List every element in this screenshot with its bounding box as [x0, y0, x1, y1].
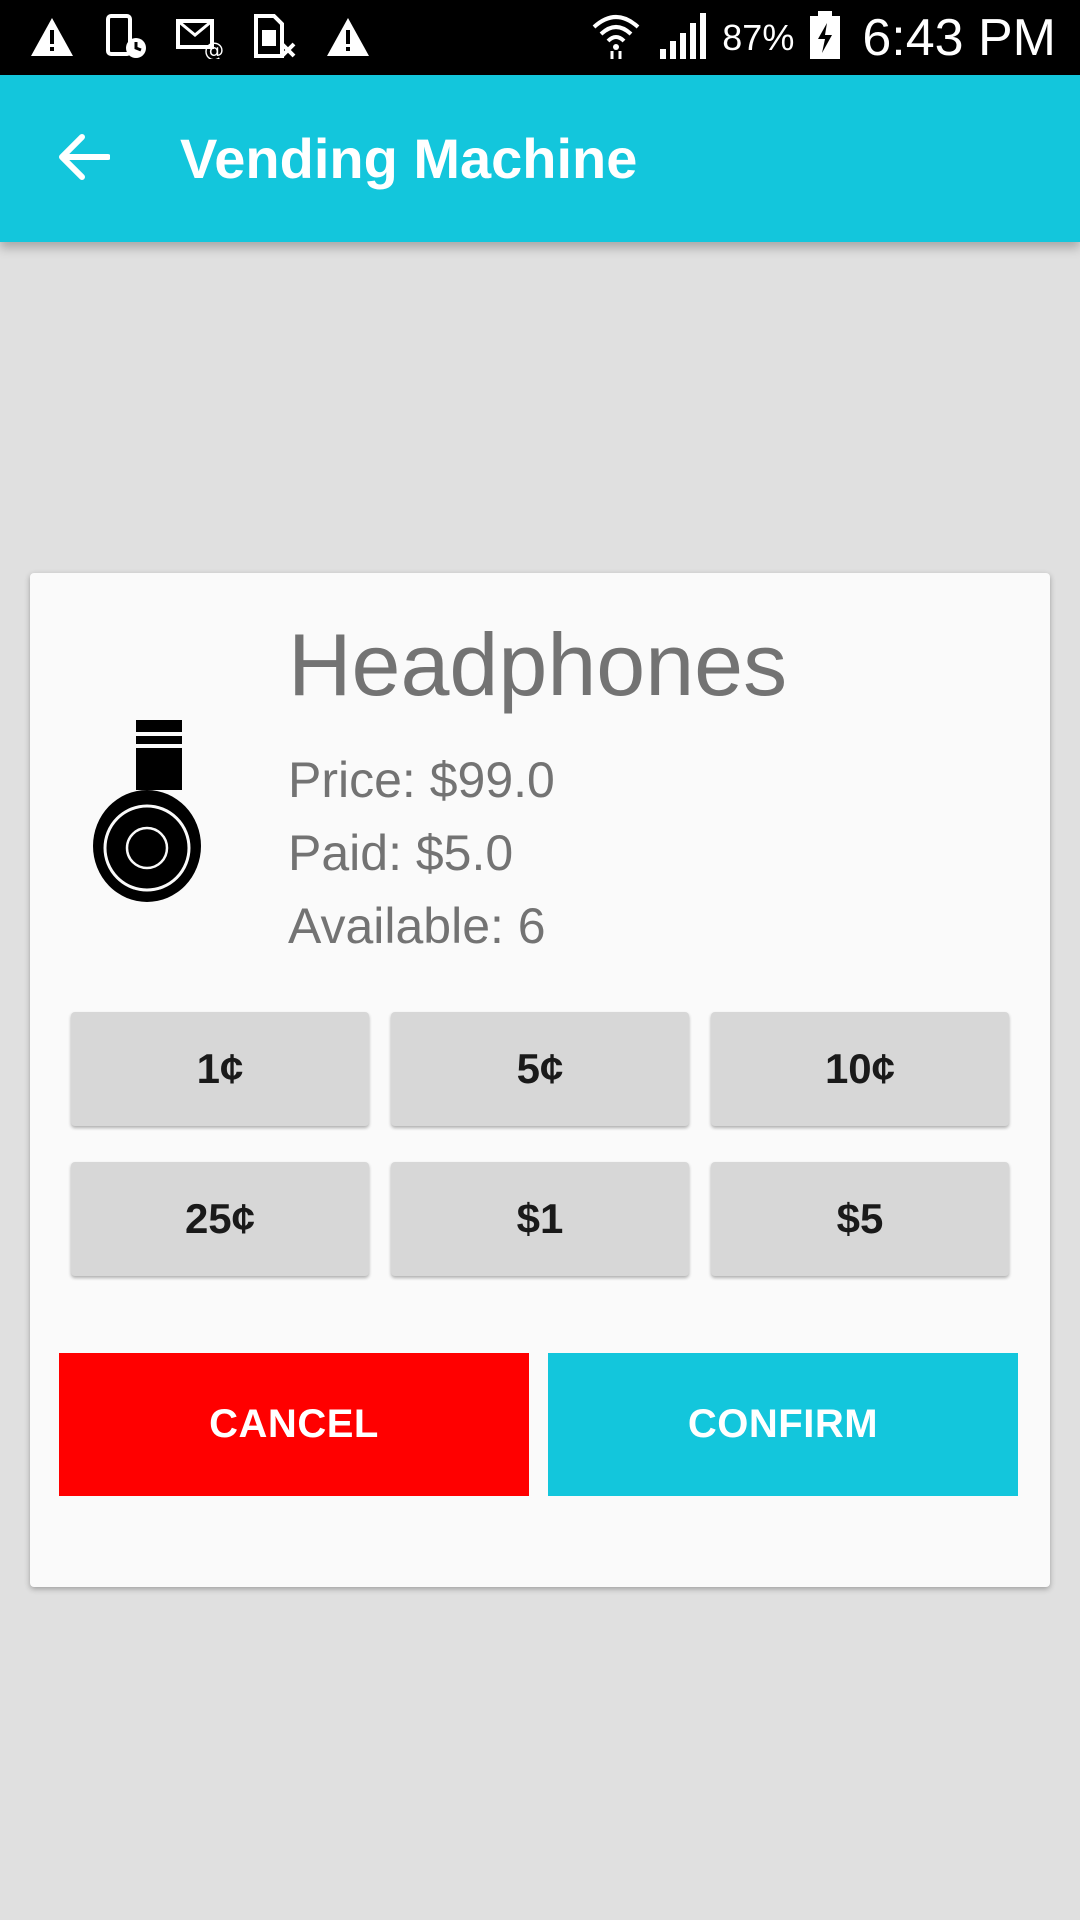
confirm-button[interactable]: CONFIRM — [548, 1353, 1018, 1496]
coin-25-cent-button[interactable]: 25¢ — [71, 1162, 369, 1276]
wifi-icon — [590, 9, 642, 66]
signal-icon — [656, 9, 708, 66]
arrow-back-icon — [59, 134, 110, 180]
warning-icon — [28, 12, 76, 62]
status-bar: @ 87% 6:43 PM — [0, 0, 1080, 75]
coin-1-dollar-button[interactable]: $1 — [391, 1162, 689, 1276]
purchase-dialog: Headphones Price: $99.0 Paid: $5.0 Avail… — [30, 573, 1050, 1587]
device-clock-icon — [102, 12, 150, 62]
system-icons: 87% 6:43 PM — [590, 0, 1056, 75]
available-count: Available: 6 — [288, 898, 546, 954]
cancel-button[interactable]: CANCEL — [59, 1353, 529, 1496]
product-name: Headphones — [288, 615, 788, 714]
clock: 6:43 PM — [862, 8, 1056, 67]
product-price: Price: $99.0 — [288, 752, 555, 808]
app-bar: Vending Machine — [0, 75, 1080, 242]
back-button[interactable] — [52, 125, 116, 189]
coin-buttons: 1¢ 5¢ 10¢ 25¢ $1 $5 — [71, 1012, 1009, 1276]
battery-percent: 87% — [722, 16, 795, 58]
warning-icon — [324, 12, 372, 62]
headphones-icon — [92, 718, 218, 904]
svg-text:@: @ — [204, 38, 224, 59]
coin-5-dollar-button[interactable]: $5 — [711, 1162, 1009, 1276]
coin-5-cent-button[interactable]: 5¢ — [391, 1012, 689, 1126]
coin-1-cent-button[interactable]: 1¢ — [71, 1012, 369, 1126]
battery-charging-icon — [808, 9, 842, 66]
page-title: Vending Machine — [180, 127, 638, 190]
coin-10-cent-button[interactable]: 10¢ — [711, 1012, 1009, 1126]
amount-paid: Paid: $5.0 — [288, 825, 514, 881]
notification-icons: @ — [28, 12, 372, 62]
email-icon: @ — [176, 12, 224, 62]
sim-error-icon — [250, 12, 298, 62]
